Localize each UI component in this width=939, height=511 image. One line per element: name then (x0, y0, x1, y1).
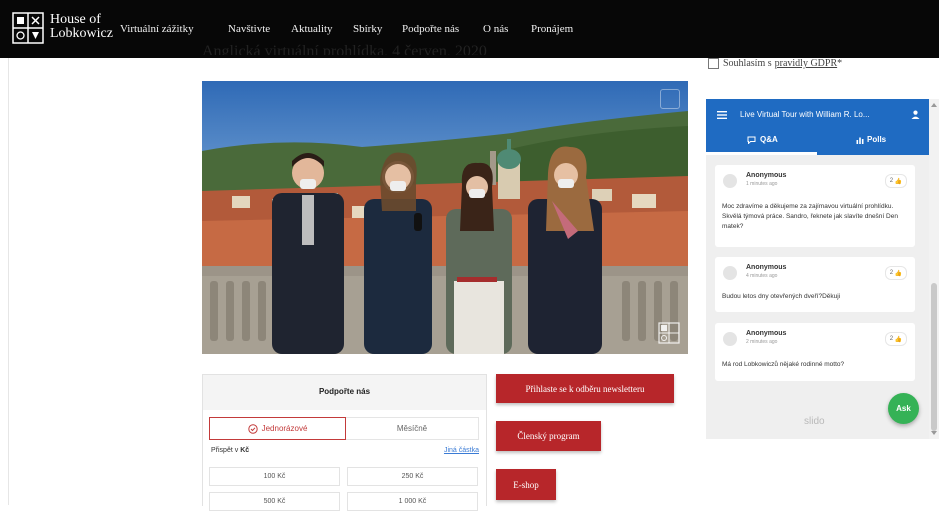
tab-polls-label: Polls (867, 135, 887, 144)
question-time: 1 minutes ago (746, 181, 778, 187)
active-tab-indicator (706, 152, 817, 155)
slido-logo: slido (804, 416, 825, 427)
brand-name[interactable]: House of Lobkowicz (50, 13, 113, 41)
thumbs-up-icon: 👍 (894, 336, 903, 343)
chat-bubble-icon (747, 136, 756, 144)
slido-event-title: Live Virtual Tour with William R. Lo... (740, 110, 870, 119)
newsletter-signup-button[interactable]: Přihlaste se k odběru newsletteru (496, 374, 674, 403)
tab-qa[interactable]: Q&A (747, 135, 778, 144)
nav-item-support[interactable]: Podpořte nás (402, 23, 459, 35)
question-time: 2 minutes ago (746, 339, 778, 345)
nav-item-news[interactable]: Aktuality (291, 23, 333, 35)
page-gutter (8, 58, 9, 505)
donation-widget: Podpořte nás Jednorázové Měsíčně Přispět… (202, 374, 487, 511)
nav-item-about[interactable]: O nás (483, 23, 508, 35)
scroll-down-icon[interactable] (931, 431, 937, 435)
question-time: 4 minutes ago (746, 273, 778, 279)
donation-title: Podpořte nás (318, 387, 371, 396)
gdpr-checkbox[interactable] (708, 58, 719, 69)
like-count: 2 (889, 336, 894, 342)
membership-program-button[interactable]: Členský program (496, 421, 601, 451)
avatar (723, 332, 737, 346)
avatar (723, 266, 737, 280)
like-button[interactable]: 2 👍 (885, 174, 907, 188)
nav-item-rental[interactable]: Pronájem (531, 23, 573, 35)
nav-item-visit[interactable]: Navštivte (228, 23, 270, 35)
lobkowicz-watermark-icon (658, 322, 680, 344)
frequency-once-label: Jednorázové (261, 424, 308, 433)
gdpr-link[interactable]: pravidly GDPR (775, 58, 838, 69)
slido-header: Live Virtual Tour with William R. Lo... … (706, 99, 929, 155)
currency-code: Kč (240, 447, 250, 454)
thumbs-up-icon: 👍 (894, 178, 903, 185)
question-card: Anonymous 4 minutes ago 2 👍 Budou letos … (715, 257, 915, 312)
scroll-thumb[interactable] (931, 283, 937, 431)
avatar (723, 174, 737, 188)
question-text: Moc zdravíme a děkujeme za zajímavou vir… (722, 203, 898, 230)
tab-polls[interactable]: Polls (856, 135, 886, 144)
question-author: Anonymous (746, 172, 787, 179)
question-author: Anonymous (746, 330, 787, 337)
question-card: Anonymous 2 minutes ago 2 👍 Má rod Lobko… (715, 323, 915, 381)
question-text: Má rod Lobkowiczů nějaké rodinné motto? (722, 361, 845, 368)
tab-qa-label: Q&A (760, 135, 778, 144)
amount-option[interactable]: 500 Kč (209, 492, 340, 511)
gdpr-required-mark: * (837, 58, 843, 69)
video-player[interactable] (202, 81, 688, 354)
like-count: 2 (889, 270, 894, 276)
user-icon[interactable] (911, 110, 920, 119)
brand-line-2: Lobkowicz (50, 26, 113, 41)
like-count: 2 (889, 178, 894, 184)
frequency-once-toggle[interactable]: Jednorázové (209, 417, 346, 440)
question-text: Budou letos dny otevřených dveří?Děkuji (722, 293, 841, 300)
contribute-prefix: Přispět v (211, 447, 239, 454)
amount-option[interactable]: 1 000 Kč (347, 492, 478, 511)
frequency-monthly-toggle[interactable]: Měsíčně (346, 417, 479, 440)
nav-item-collections[interactable]: Sbírky (353, 23, 382, 35)
video-settings-icon[interactable] (660, 89, 680, 109)
slido-panel: Live Virtual Tour with William R. Lo... … (706, 99, 929, 439)
lobkowicz-crest-icon[interactable] (12, 12, 44, 44)
question-card: Anonymous 1 minutes ago 2 👍 Moc zdravíme… (715, 165, 915, 247)
check-circle-icon (247, 423, 258, 434)
other-amount-link[interactable]: Jiná částka (444, 447, 479, 454)
brand-line-1: House of (50, 12, 101, 27)
menu-icon[interactable] (717, 111, 727, 119)
ask-question-button[interactable]: Ask (888, 393, 919, 424)
gdpr-prefix: Souhlasím s (723, 58, 772, 69)
frequency-monthly-label: Měsíčně (396, 424, 428, 433)
like-button[interactable]: 2 👍 (885, 332, 907, 346)
amount-option[interactable]: 250 Kč (347, 467, 478, 486)
question-author: Anonymous (746, 264, 787, 271)
nav-item-virtual[interactable]: Virtuální zážitky (120, 23, 194, 35)
donation-body: Jednorázové Měsíčně Přispět v Kč Jiná čá… (203, 410, 486, 511)
page-heading: Anglická virtuální prohlídka, 4 červen, … (202, 43, 487, 55)
eshop-button[interactable]: E-shop (496, 469, 556, 500)
slido-scrollbar[interactable] (929, 99, 939, 439)
thumbs-up-icon: 👍 (894, 270, 903, 277)
amount-option[interactable]: 100 Kč (209, 467, 340, 486)
contribute-currency-label: Přispět v Kč (211, 447, 249, 454)
bar-chart-icon (856, 137, 864, 144)
like-button[interactable]: 2 👍 (885, 266, 907, 280)
scroll-up-icon[interactable] (931, 103, 937, 107)
gdpr-consent: Souhlasím s pravidly GDPR * (708, 58, 842, 69)
video-frame-image (202, 81, 688, 354)
